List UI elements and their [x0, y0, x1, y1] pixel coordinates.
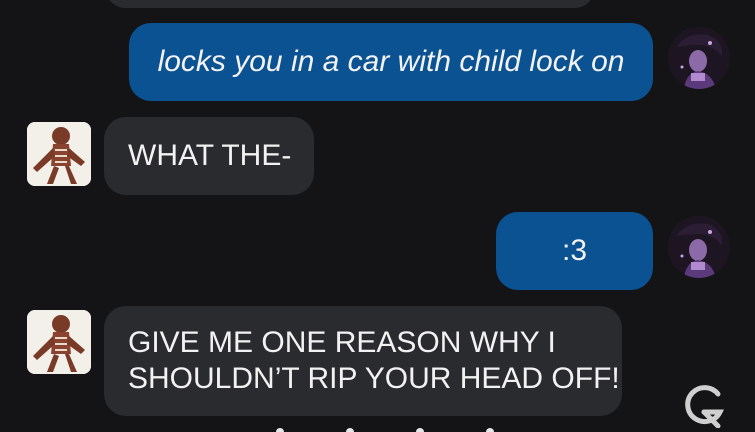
gingerbread-figure-icon — [27, 310, 91, 374]
message-text: GIVE ME ONE REASON WHY I SHOULDN’T RIP Y… — [128, 326, 620, 395]
user-avatar[interactable] — [668, 216, 730, 278]
bot-message-bubble: GIVE ME ONE REASON WHY I SHOULDN’T RIP Y… — [104, 306, 622, 416]
user-message-bubble: locks you in a car with child lock on — [129, 23, 653, 101]
bot-avatar[interactable] — [27, 122, 91, 186]
typing-indicator-icon — [276, 428, 494, 432]
message-text: WHAT THE- — [128, 139, 292, 172]
purple-character-icon — [668, 216, 730, 278]
g-logo-icon[interactable] — [680, 382, 726, 428]
message-text: :3 — [561, 234, 588, 267]
bot-avatar[interactable] — [27, 310, 91, 374]
bot-message-bubble: WHAT THE- — [104, 117, 314, 195]
message-text: locks you in a car with child lock on — [157, 45, 625, 78]
chat-view: locks you in a car with child lock on WH… — [0, 0, 755, 432]
gingerbread-figure-icon — [27, 122, 91, 186]
user-message-bubble: :3 — [496, 212, 653, 290]
user-avatar[interactable] — [668, 27, 730, 89]
purple-character-icon — [668, 27, 730, 89]
previous-message-bubble — [106, 0, 594, 8]
